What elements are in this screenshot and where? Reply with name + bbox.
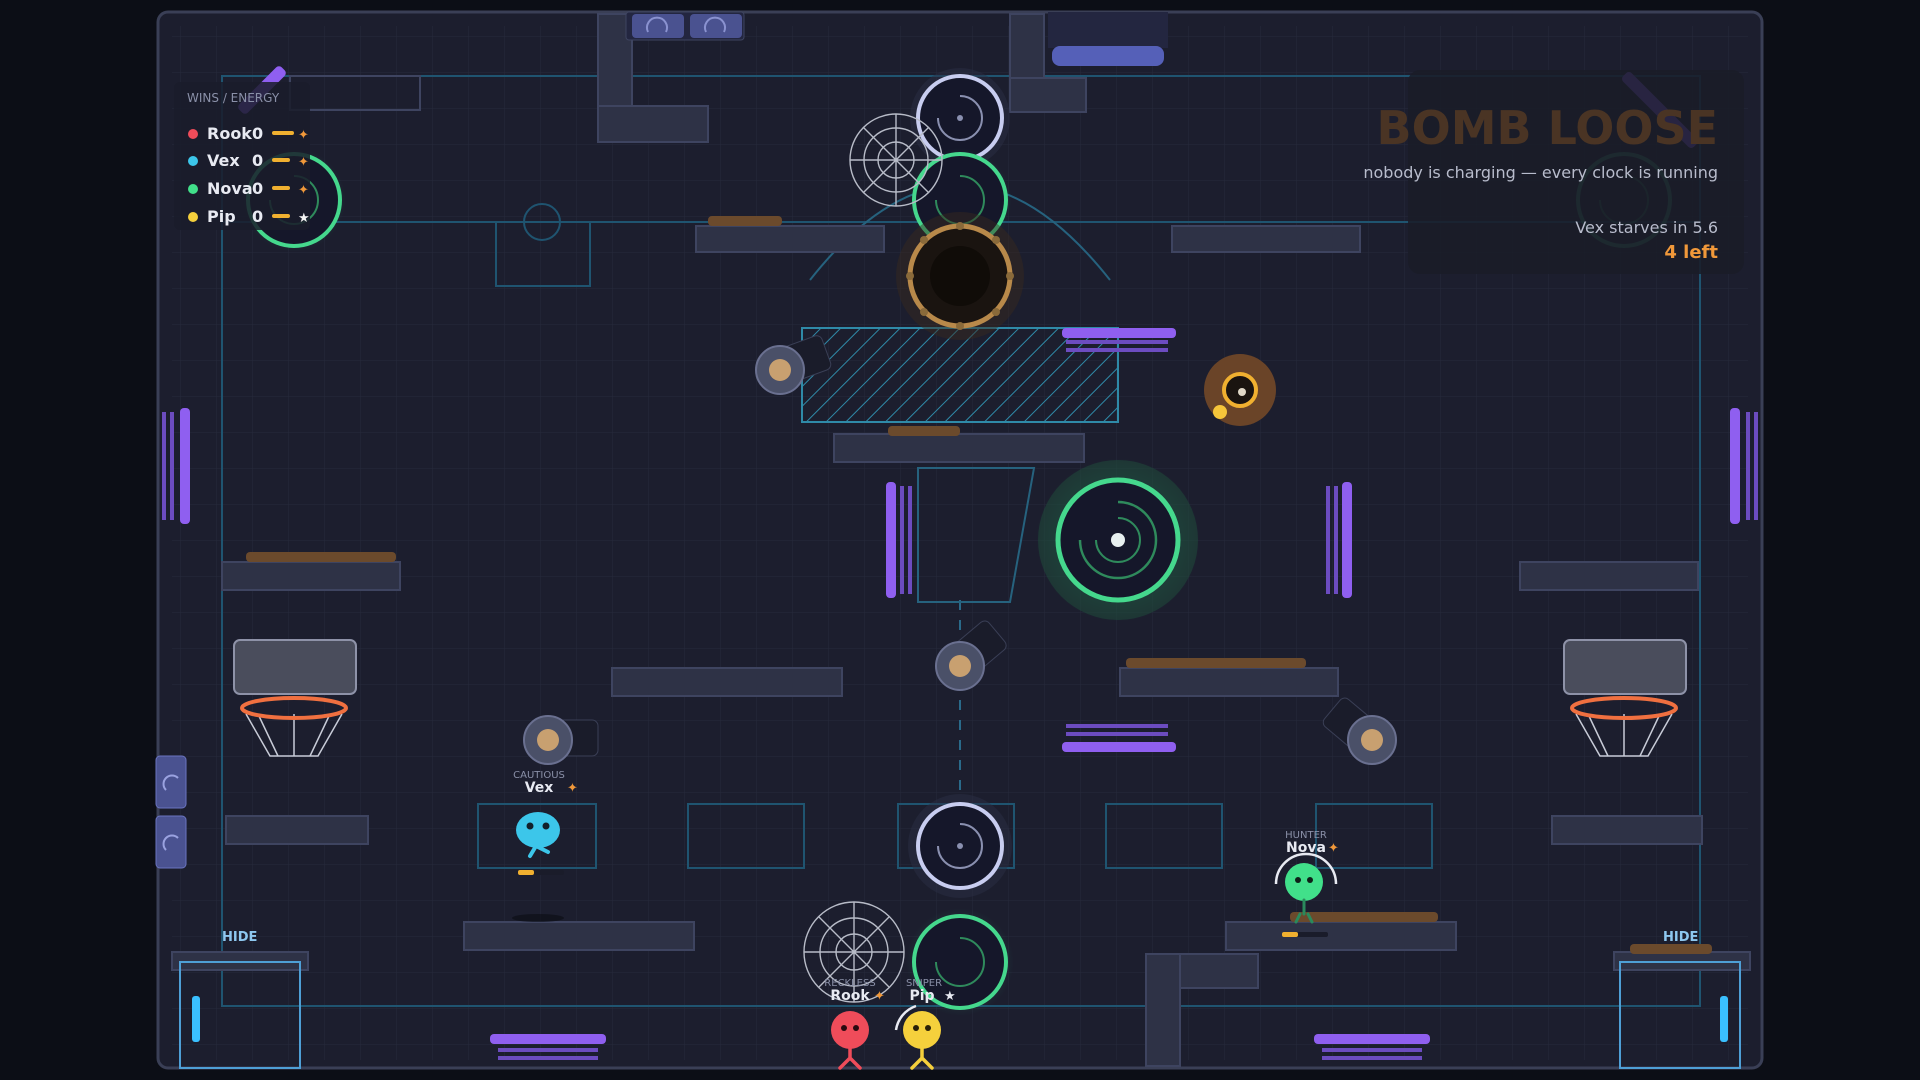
vex-mark: ✦ bbox=[567, 781, 578, 796]
player-wins: 0 bbox=[252, 151, 263, 170]
player-color-dot bbox=[188, 156, 198, 166]
spider-web-top bbox=[849, 113, 943, 207]
player-name: Rook bbox=[207, 124, 252, 143]
players-left: 4 left bbox=[1664, 242, 1718, 263]
scoreboard-title: WINS / ENERGY bbox=[187, 91, 280, 105]
hide-label-left: HIDE bbox=[222, 930, 257, 945]
nova-mark: ✦ bbox=[1328, 841, 1339, 856]
player-color-dot bbox=[188, 129, 198, 139]
game-stage: HIDE HIDE CAUTIOUS Vex ✦ HUNTER Nova ✦ R… bbox=[155, 10, 1764, 1070]
player-mark: ★ bbox=[298, 211, 310, 226]
player-name: Vex bbox=[207, 151, 240, 170]
energy-bar bbox=[272, 186, 290, 190]
top-bumper bbox=[1052, 46, 1164, 66]
hide-label-right: HIDE bbox=[1663, 930, 1698, 945]
rook-mark: ✦ bbox=[874, 989, 885, 1004]
player-mark: ✦ bbox=[298, 128, 309, 143]
player-color-dot bbox=[188, 212, 198, 222]
player-color-dot bbox=[188, 184, 198, 194]
player-mark: ✦ bbox=[298, 183, 309, 198]
player-name: Pip bbox=[207, 207, 236, 226]
status-headline: BOMB LOOSE bbox=[1377, 101, 1718, 155]
energy-bar bbox=[272, 131, 294, 135]
energy-bar bbox=[272, 214, 290, 218]
player-mark: ✦ bbox=[298, 155, 309, 170]
status-panel: BOMB LOOSE nobody is charging — every cl… bbox=[1363, 70, 1744, 274]
pip-name-label: Pip bbox=[909, 988, 934, 1004]
pip-mark: ★ bbox=[944, 989, 956, 1004]
portal-big-green bbox=[1036, 458, 1200, 622]
status-subline: nobody is charging — every clock is runn… bbox=[1363, 163, 1718, 182]
player-name: Nova bbox=[207, 179, 253, 198]
bomb-launcher bbox=[896, 212, 1024, 340]
energy-bar bbox=[272, 158, 290, 162]
vex-name-label: Vex bbox=[525, 780, 554, 796]
scoreboard: WINS / ENERGY Rook 0 ✦ Vex 0 ✦ Nova 0 ✦ … bbox=[174, 82, 310, 230]
bomb bbox=[1204, 354, 1276, 426]
rook-name-label: Rook bbox=[830, 988, 870, 1004]
player-wins: 0 bbox=[252, 124, 263, 143]
player-wins: 0 bbox=[252, 179, 263, 198]
player-wins: 0 bbox=[252, 207, 263, 226]
portal-bottom-white bbox=[908, 794, 1012, 898]
starve-timer: Vex starves in 5.6 bbox=[1575, 218, 1718, 237]
